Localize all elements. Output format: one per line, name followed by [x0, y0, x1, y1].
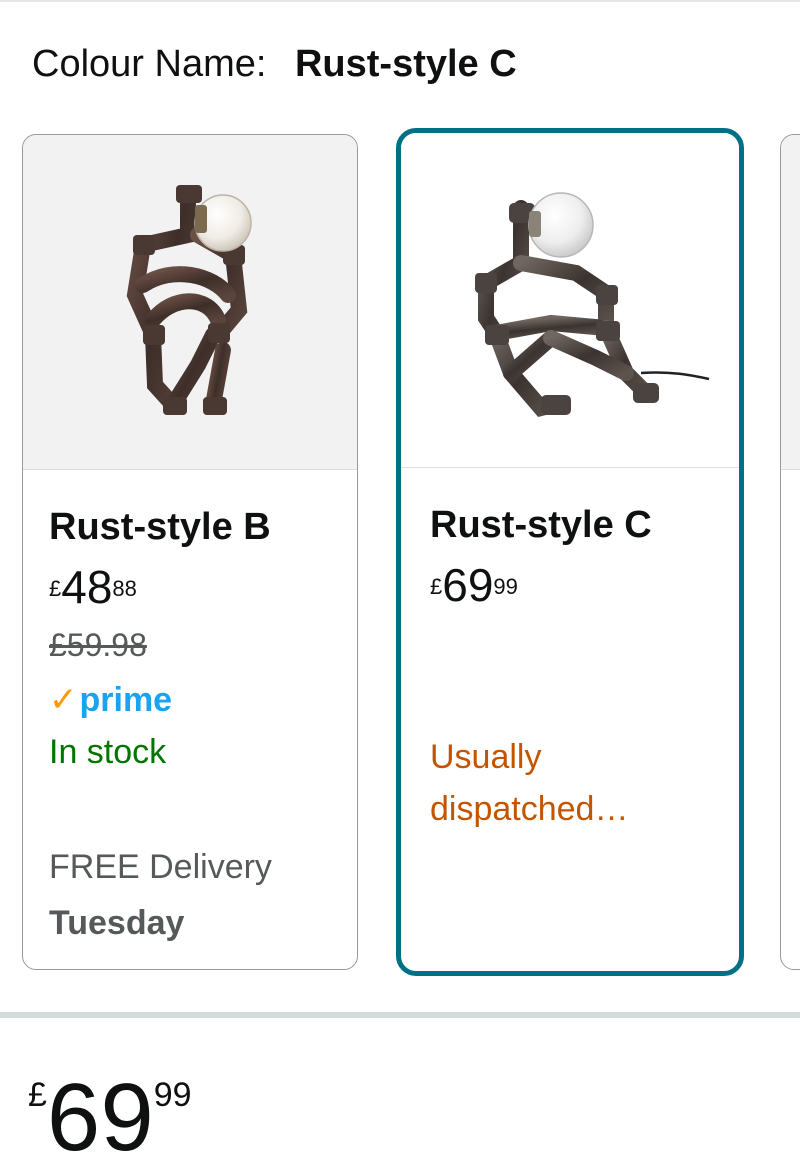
variant-image-next-partial: [781, 135, 800, 470]
prime-label: prime: [79, 681, 173, 719]
prime-badge: ✓prime: [49, 680, 172, 720]
delivery-day: Tuesday: [49, 904, 185, 942]
price-whole: 48: [61, 561, 113, 613]
main-price-fraction: 99: [153, 1076, 192, 1114]
variant-image-rust-style-c: [401, 133, 739, 468]
price-fraction: 99: [493, 574, 518, 599]
colour-name-value: Rust-style C: [294, 43, 517, 85]
prime-check-icon: ✓: [49, 681, 78, 719]
price-whole: 69: [442, 559, 494, 611]
price-currency-symbol: £: [430, 574, 443, 599]
variant-card-next-partial[interactable]: [780, 134, 800, 970]
variant-price: £6999: [430, 557, 518, 625]
variant-title: Rust-style B: [49, 506, 271, 548]
stock-status: In stock: [49, 733, 167, 771]
variant-image-rust-style-b: [23, 135, 357, 470]
delivery-info: FREE Delivery Tuesday: [49, 839, 272, 951]
colour-name-row: Colour Name: Rust-style C: [32, 40, 517, 88]
main-price-currency-symbol: £: [28, 1076, 47, 1114]
dispatch-status: Usually dispatched…: [430, 738, 629, 828]
price-fraction: 88: [112, 576, 137, 601]
main-price-whole: 69: [46, 1064, 154, 1171]
top-divider: [0, 0, 800, 2]
colour-name-label: Colour Name:: [32, 43, 267, 85]
was-price: £59.98: [49, 627, 147, 663]
section-divider: [0, 1012, 800, 1018]
main-price: £6999: [28, 1068, 192, 1168]
variant-title: Rust-style C: [430, 504, 652, 546]
delivery-label: FREE Delivery: [49, 848, 272, 886]
variant-card-rust-style-b[interactable]: Rust-style B £4888 £59.98 ✓prime In stoc…: [22, 134, 358, 970]
variant-price: £4888: [49, 559, 137, 627]
variant-card-rust-style-c[interactable]: Rust-style C £6999 Usually dispatched…: [396, 128, 744, 976]
price-currency-symbol: £: [49, 576, 62, 601]
